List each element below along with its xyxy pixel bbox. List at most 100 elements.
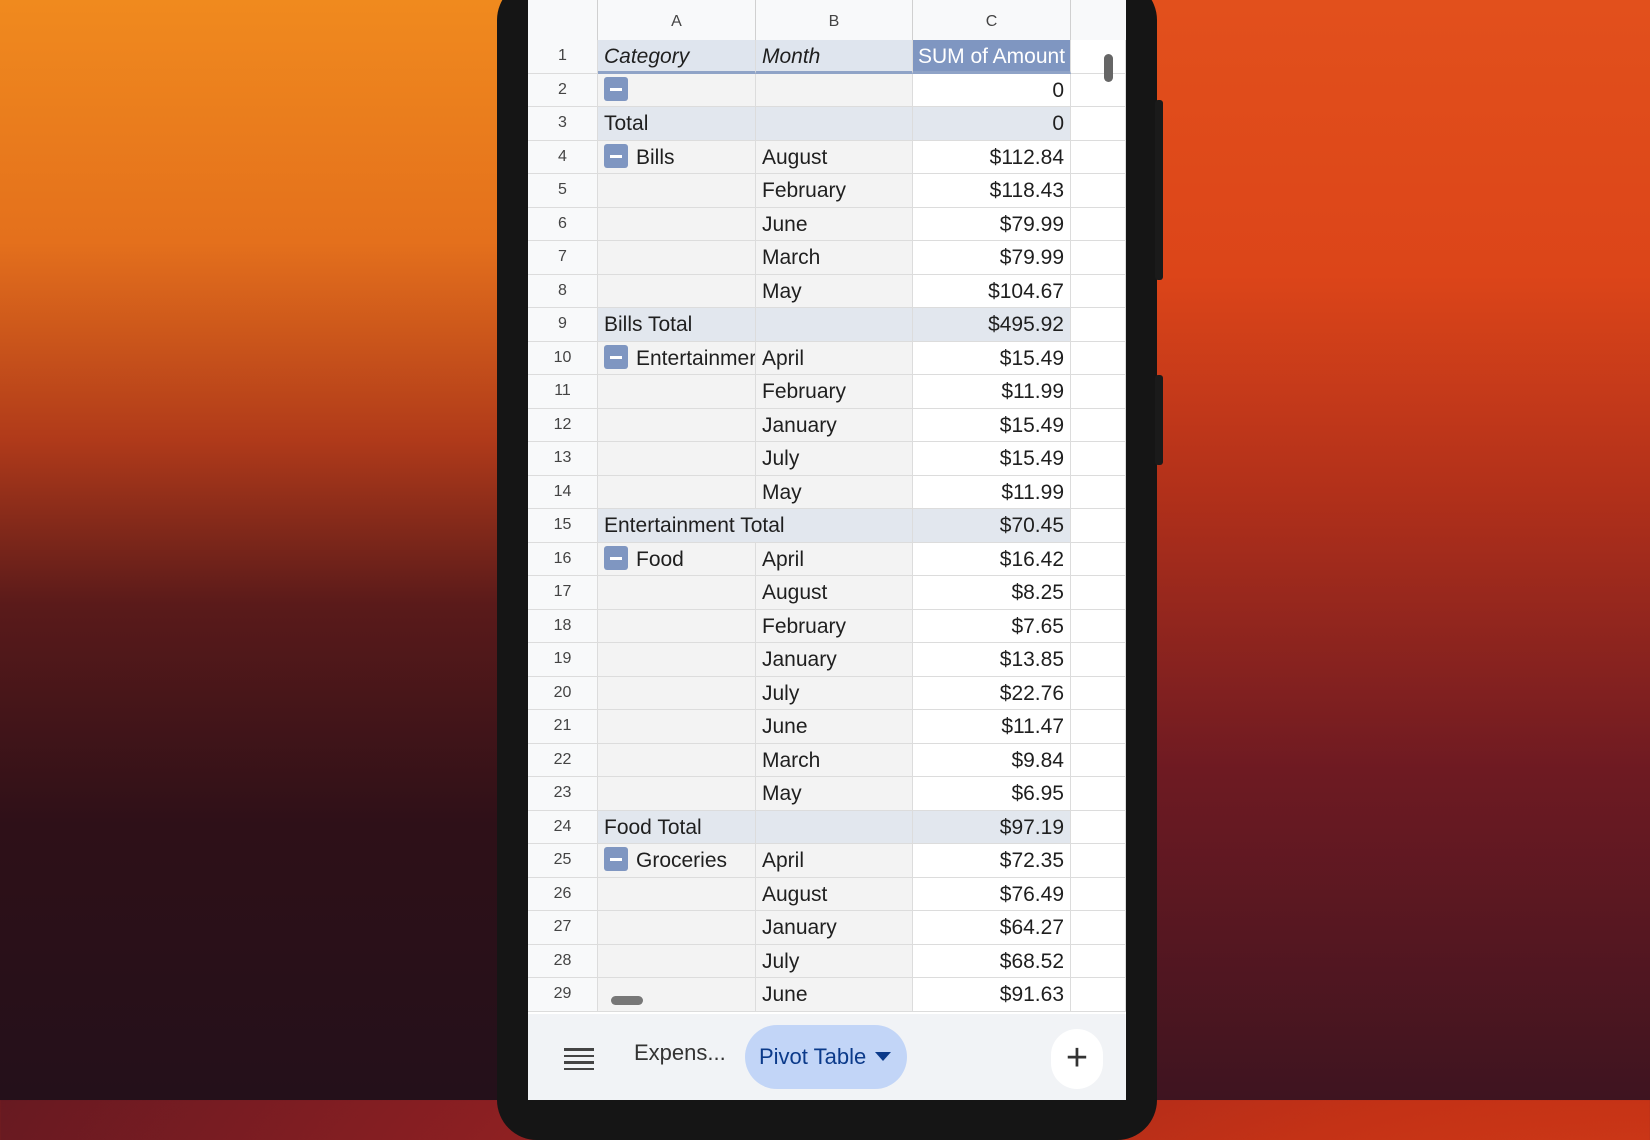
vertical-scrollbar[interactable] bbox=[1104, 54, 1113, 82]
cell-empty[interactable] bbox=[1071, 911, 1126, 945]
row-number[interactable]: 14 bbox=[528, 475, 598, 509]
cell-amount[interactable]: $11.99 bbox=[913, 475, 1071, 509]
row-number[interactable]: 6 bbox=[528, 207, 598, 241]
cell-month[interactable]: July bbox=[756, 676, 913, 710]
cell-amount[interactable]: $76.49 bbox=[913, 877, 1071, 911]
cell-category[interactable]: Entertainmer bbox=[598, 341, 756, 375]
cell-month[interactable]: June bbox=[756, 207, 913, 241]
cell-month[interactable]: July bbox=[756, 442, 913, 476]
cell-empty[interactable] bbox=[1071, 944, 1126, 978]
cell-category[interactable] bbox=[598, 408, 756, 442]
cell-empty[interactable] bbox=[1071, 542, 1126, 576]
cell-month[interactable]: August bbox=[756, 140, 913, 174]
cell-category[interactable] bbox=[598, 978, 756, 1012]
cell-category[interactable] bbox=[598, 777, 756, 811]
cell-empty[interactable] bbox=[1071, 375, 1126, 409]
cell-amount[interactable]: $70.45 bbox=[913, 509, 1071, 543]
cell-empty[interactable] bbox=[1071, 341, 1126, 375]
cell-amount[interactable]: $79.99 bbox=[913, 207, 1071, 241]
row-number[interactable]: 19 bbox=[528, 643, 598, 677]
row-number[interactable]: 24 bbox=[528, 810, 598, 844]
cell-category[interactable] bbox=[598, 609, 756, 643]
cell-amount[interactable]: $6.95 bbox=[913, 777, 1071, 811]
cell-empty[interactable] bbox=[1071, 475, 1126, 509]
row-number[interactable]: 16 bbox=[528, 542, 598, 576]
cell-month[interactable]: June bbox=[756, 710, 913, 744]
cell-month[interactable] bbox=[756, 308, 913, 342]
cell-category[interactable]: Bills Total bbox=[598, 308, 756, 342]
cell-empty[interactable] bbox=[1071, 978, 1126, 1012]
row-number[interactable]: 23 bbox=[528, 777, 598, 811]
row-number[interactable]: 18 bbox=[528, 609, 598, 643]
row-number[interactable]: 12 bbox=[528, 408, 598, 442]
cell-category[interactable] bbox=[598, 73, 756, 107]
cell-amount[interactable]: $7.65 bbox=[913, 609, 1071, 643]
cell-category[interactable] bbox=[598, 475, 756, 509]
row-number[interactable]: 2 bbox=[528, 73, 598, 107]
row-number[interactable]: 3 bbox=[528, 107, 598, 141]
cell-amount[interactable]: $9.84 bbox=[913, 743, 1071, 777]
row-number[interactable]: 22 bbox=[528, 743, 598, 777]
cell-empty[interactable] bbox=[1071, 73, 1126, 107]
cell-amount[interactable]: $8.25 bbox=[913, 576, 1071, 610]
cell-empty[interactable] bbox=[1071, 743, 1126, 777]
cell-month[interactable]: May bbox=[756, 777, 913, 811]
cell-empty[interactable] bbox=[1071, 609, 1126, 643]
cell-amount[interactable]: $11.99 bbox=[913, 375, 1071, 409]
cell-amount[interactable]: 0 bbox=[913, 107, 1071, 141]
cell-month[interactable]: February bbox=[756, 609, 913, 643]
cell-category[interactable]: Total bbox=[598, 107, 756, 141]
cell-amount[interactable]: $15.49 bbox=[913, 341, 1071, 375]
cell-empty[interactable] bbox=[1071, 509, 1126, 543]
cell-empty[interactable] bbox=[1071, 442, 1126, 476]
cell-category[interactable] bbox=[598, 576, 756, 610]
cell-amount[interactable]: $495.92 bbox=[913, 308, 1071, 342]
row-number[interactable]: 13 bbox=[528, 442, 598, 476]
cell-category[interactable] bbox=[598, 944, 756, 978]
row-number[interactable]: 25 bbox=[528, 844, 598, 878]
cell-amount[interactable]: $11.47 bbox=[913, 710, 1071, 744]
cell-month[interactable]: January bbox=[756, 643, 913, 677]
cell-category[interactable] bbox=[598, 877, 756, 911]
cell-empty[interactable] bbox=[1071, 877, 1126, 911]
collapse-group-icon[interactable] bbox=[604, 847, 628, 872]
collapse-group-icon[interactable] bbox=[604, 76, 628, 101]
row-number[interactable]: 29 bbox=[528, 978, 598, 1012]
cell-month[interactable]: April bbox=[756, 844, 913, 878]
cell-month[interactable]: April bbox=[756, 542, 913, 576]
cell-empty[interactable] bbox=[1071, 408, 1126, 442]
cell-month[interactable] bbox=[756, 107, 913, 141]
cell-amount[interactable]: $112.84 bbox=[913, 140, 1071, 174]
cell-empty[interactable] bbox=[1071, 844, 1126, 878]
row-number[interactable]: 9 bbox=[528, 308, 598, 342]
row-number[interactable]: 21 bbox=[528, 710, 598, 744]
cell-category[interactable] bbox=[598, 643, 756, 677]
cell-amount[interactable]: $15.49 bbox=[913, 408, 1071, 442]
column-header-b[interactable]: B bbox=[756, 0, 913, 40]
row-number[interactable]: 7 bbox=[528, 241, 598, 275]
horizontal-scrollbar[interactable] bbox=[611, 996, 643, 1005]
cell-month[interactable]: Month bbox=[756, 40, 913, 74]
sheet-tab-expenses[interactable]: Expens... bbox=[634, 1040, 726, 1066]
cell-amount[interactable]: SUM of Amount bbox=[913, 40, 1071, 74]
cell-amount[interactable]: $97.19 bbox=[913, 810, 1071, 844]
cell-category[interactable] bbox=[598, 274, 756, 308]
cell-category[interactable] bbox=[598, 676, 756, 710]
cell-month[interactable]: May bbox=[756, 274, 913, 308]
cell-month[interactable] bbox=[756, 810, 913, 844]
cell-amount[interactable]: $104.67 bbox=[913, 274, 1071, 308]
cell-empty[interactable] bbox=[1071, 710, 1126, 744]
cell-empty[interactable] bbox=[1071, 241, 1126, 275]
row-number[interactable]: 27 bbox=[528, 911, 598, 945]
row-number[interactable]: 10 bbox=[528, 341, 598, 375]
row-number[interactable]: 5 bbox=[528, 174, 598, 208]
cell-month[interactable]: January bbox=[756, 911, 913, 945]
cell-category[interactable] bbox=[598, 911, 756, 945]
dropdown-caret-icon[interactable] bbox=[875, 1052, 891, 1061]
row-number[interactable]: 28 bbox=[528, 944, 598, 978]
cell-month[interactable]: March bbox=[756, 743, 913, 777]
cell-empty[interactable] bbox=[1071, 107, 1126, 141]
add-sheet-button[interactable]: + bbox=[1051, 1029, 1103, 1089]
collapse-group-icon[interactable] bbox=[604, 143, 628, 168]
cell-category[interactable] bbox=[598, 442, 756, 476]
